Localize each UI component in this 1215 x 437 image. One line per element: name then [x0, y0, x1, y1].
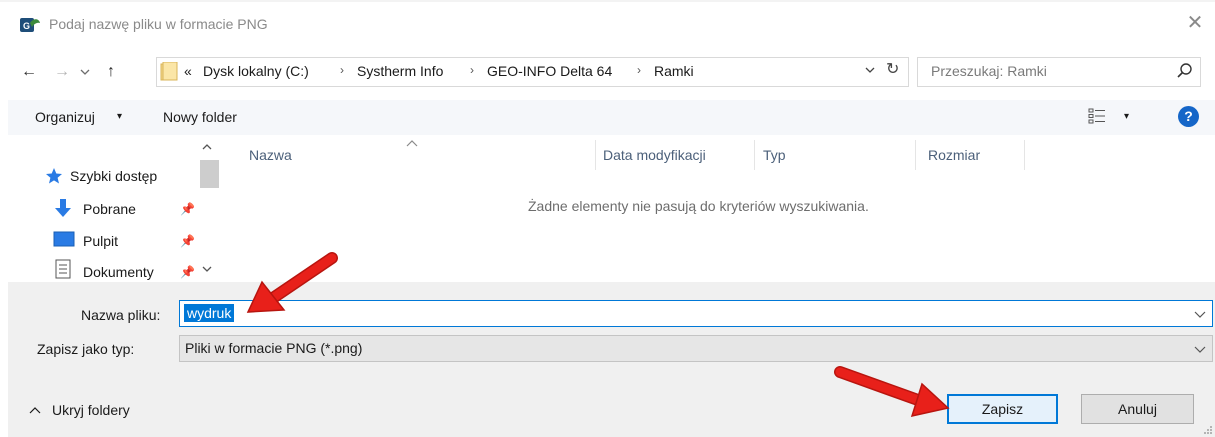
sidebar-item-documents[interactable]: Dokumenty	[83, 264, 154, 280]
view-caret-icon[interactable]: ▾	[1124, 111, 1129, 122]
column-header-name[interactable]: Nazwa	[249, 147, 292, 163]
scrollbar-thumb[interactable]	[200, 160, 219, 188]
pin-icon: 📌	[180, 234, 195, 248]
breadcrumb-item-systherm[interactable]: Systherm Info	[357, 63, 443, 79]
back-button[interactable]: ←	[16, 58, 42, 86]
pin-icon: 📌	[180, 202, 195, 216]
annotation-arrow-icon	[834, 366, 950, 418]
breadcrumb-item-drive[interactable]: Dysk lokalny (C:)	[203, 63, 309, 79]
view-options-icon[interactable]	[1088, 108, 1106, 124]
breadcrumb-separator[interactable]: ›	[340, 63, 344, 77]
column-divider[interactable]	[915, 140, 916, 170]
refresh-button[interactable]: ↻	[886, 59, 899, 79]
cancel-button[interactable]: Anuluj	[1081, 394, 1194, 424]
chevron-down-icon	[865, 67, 875, 73]
documents-icon	[55, 259, 71, 279]
chevron-down-icon	[80, 69, 90, 75]
column-header-size[interactable]: Rozmiar	[928, 147, 980, 163]
sidebar-item-quick-access[interactable]: Szybki dostęp	[70, 168, 157, 184]
filetype-label: Zapisz jako typ:	[37, 341, 135, 357]
scroll-up-icon[interactable]	[202, 143, 212, 151]
column-divider[interactable]	[1024, 140, 1025, 170]
save-button[interactable]: Zapisz	[947, 394, 1058, 424]
annotation-arrow-icon	[246, 252, 338, 313]
up-button[interactable]: ↑	[98, 58, 124, 86]
breadcrumb-item-geoinfo[interactable]: GEO-INFO Delta 64	[487, 63, 612, 79]
folder-icon	[160, 62, 178, 81]
window-title: Podaj nazwę pliku w formacie PNG	[49, 16, 268, 32]
top-strip	[0, 0, 1215, 2]
sidebar-item-downloads[interactable]: Pobrane	[83, 201, 136, 217]
new-folder-button[interactable]: Nowy folder	[163, 109, 237, 125]
filename-selected-text[interactable]: wydruk	[184, 304, 235, 322]
organize-menu-button[interactable]: Organizuj	[35, 109, 95, 125]
close-button[interactable]: ✕	[1182, 10, 1208, 36]
search-icon[interactable]	[1176, 62, 1194, 80]
breadcrumb-separator[interactable]: ›	[637, 63, 641, 77]
app-icon: G	[20, 18, 40, 32]
recent-locations-dropdown[interactable]	[76, 58, 94, 86]
column-header-type[interactable]: Typ	[763, 147, 786, 163]
desktop-icon	[53, 231, 75, 247]
chevron-down-icon[interactable]	[1194, 310, 1206, 318]
chevron-up-icon[interactable]	[29, 406, 41, 414]
sort-ascending-icon	[406, 140, 418, 147]
column-header-date-modified[interactable]: Data modyfikacji	[603, 147, 706, 163]
column-divider[interactable]	[595, 140, 596, 170]
filename-label: Nazwa pliku:	[81, 307, 161, 323]
pin-icon: 📌	[180, 265, 195, 279]
download-icon	[55, 199, 71, 217]
help-button[interactable]: ?	[1178, 106, 1199, 127]
hide-folders-button[interactable]: Ukryj foldery	[52, 402, 130, 418]
resize-grip-icon[interactable]	[1203, 425, 1213, 435]
breadcrumb-item-ramki[interactable]: Ramki	[654, 63, 694, 79]
chevron-down-icon[interactable]	[1194, 345, 1206, 353]
breadcrumb-separator[interactable]: ›	[470, 63, 474, 77]
sidebar-item-desktop[interactable]: Pulpit	[83, 233, 118, 249]
address-dropdown[interactable]	[865, 63, 875, 80]
forward-button[interactable]: →	[49, 58, 75, 86]
column-divider[interactable]	[754, 140, 755, 170]
svg-text:G: G	[23, 21, 30, 31]
scroll-down-icon[interactable]	[202, 265, 212, 273]
search-placeholder: Przeszukaj: Ramki	[931, 63, 1047, 79]
caret-down-icon[interactable]: ▾	[117, 111, 122, 122]
breadcrumb-overflow[interactable]: «	[184, 63, 192, 79]
star-icon	[46, 168, 62, 184]
empty-list-message: Żadne elementy nie pasują do kryteriów w…	[528, 198, 869, 214]
filetype-value: Pliki w formacie PNG (*.png)	[185, 340, 363, 356]
